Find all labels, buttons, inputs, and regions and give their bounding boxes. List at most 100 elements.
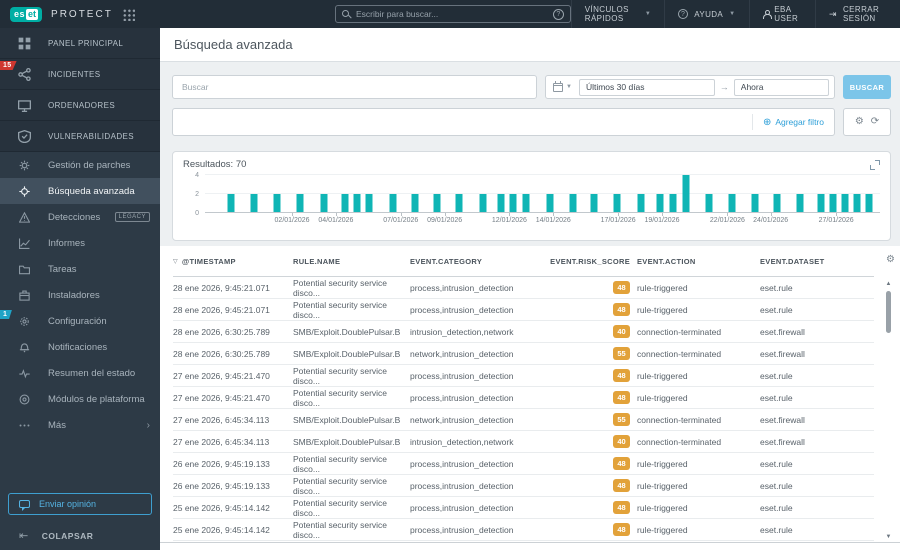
cell-rule: Potential security service disco... [293,365,388,386]
histogram-bar [613,193,621,212]
cell-dataset: eset.rule [760,480,793,491]
cell-category: process,intrusion_detection [410,524,514,535]
sidebar-item-vulnerabilidades[interactable]: VULNERABILIDADES [0,121,160,152]
search-button[interactable]: BUSCAR [843,75,891,99]
legacy-tag: LEGACY [114,212,150,222]
sidebar-item-tareas[interactable]: Tareas [0,256,160,282]
table-row[interactable]: 28 ene 2026, 9:45:21.071 Potential securi… [173,299,874,321]
sidebar-item-busqueda-avanzada[interactable]: Búsqueda avanzada [0,178,160,204]
sidebar-item-mas[interactable]: Más › [0,412,160,438]
user-menu[interactable]: EBA USER [748,0,816,28]
page-header: Búsqueda avanzada [160,28,900,62]
table-row[interactable]: 26 ene 2026, 9:45:19.133 Potential securi… [173,475,874,497]
cell-category: network,intrusion_detection [410,348,514,359]
column-header-dataset[interactable]: EVENT.DATASET [753,257,874,266]
table-row[interactable]: 27 ene 2026, 9:45:21.470 Potential securi… [173,365,874,387]
table-row[interactable]: 26 ene 2026, 9:45:19.133 Potential securi… [173,453,874,475]
help-menu[interactable]: ? AYUDA ▼ [664,0,748,28]
risk-score-badge: 48 [613,479,630,492]
query-input[interactable] [172,75,537,99]
logout-button[interactable]: ⇥ CERRAR SESIÓN [815,0,900,28]
search-icon [342,9,351,19]
sidebar-item-modulos-de-plataforma[interactable]: Módulos de plataforma [0,386,160,412]
search-help-icon[interactable]: ? [552,8,564,20]
column-header-rule[interactable]: RULE.NAME [293,257,410,266]
column-settings-gear-icon[interactable]: ⚙ [886,255,895,265]
eset-logo: es et [10,6,43,22]
scrollbar-thumb[interactable] [886,291,891,333]
column-header-timestamp[interactable]: ▽ @TIMESTAMP [173,257,293,266]
histogram-bar [590,193,598,212]
send-feedback-button[interactable]: Enviar opinión [8,493,152,515]
app-grid-icon[interactable] [121,7,135,21]
product-name: PROTECT [51,8,113,20]
table-row[interactable]: 27 ene 2026, 6:45:34.113 SMB/Exploit.Doub… [173,409,874,431]
cell-dataset: eset.firewall [760,326,805,337]
histogram-bar [389,193,397,212]
cell-category: network,intrusion_detection [410,414,514,425]
expand-chart-icon[interactable] [870,159,880,170]
table-row[interactable]: 27 ene 2026, 9:45:21.470 Potential securi… [173,387,874,409]
sidebar-item-label: Detecciones [48,211,101,223]
quick-links-menu[interactable]: VÍNCULOS RÁPIDOS ▼ [570,0,664,28]
cell-action: rule-triggered [637,282,688,293]
cell-dataset: eset.rule [760,304,793,315]
table-row[interactable]: 25 ene 2026, 9:45:14.142 Potential securi… [173,497,874,519]
cell-rule: SMB/Exploit.DoublePulsar.B [293,436,401,447]
sidebar-item-resumen-del-estado[interactable]: Resumen del estado [0,360,160,386]
histogram-bar [365,193,373,212]
histogram-bar [751,193,759,212]
cell-rule: Potential security service disco... [293,299,388,320]
x-tick-label: 12/01/2026 [491,217,527,224]
sidebar-item-configuracion[interactable]: 1 Configuración [0,308,160,334]
histogram-bar [273,193,281,212]
sidebar-item-informes[interactable]: Informes [0,230,160,256]
cell-rule: Potential security service disco... [293,277,388,298]
sidebar-item-label: Instaladores [48,289,100,301]
cell-timestamp: 25 ene 2026, 9:45:14.142 [173,524,270,535]
cell-category: process,intrusion_detection [410,458,514,469]
global-search-input[interactable] [356,9,548,19]
sidebar-item-panel-principal[interactable]: PANEL PRINCIPAL [0,28,160,59]
date-from-input[interactable] [578,78,715,96]
x-tick-label: 22/01/2026 [709,217,745,224]
cell-rule: SMB/Exploit.DoublePulsar.B [293,326,401,337]
sidebar-item-ordenadores[interactable]: ORDENADORES [0,90,160,121]
global-search[interactable]: ? [335,5,571,23]
sidebar-item-instaladores[interactable]: Instaladores [0,282,160,308]
status-icon [0,368,48,379]
table-row[interactable]: 28 ene 2026, 6:30:25.789 SMB/Exploit.Doub… [173,343,874,365]
add-filter-button[interactable]: ⊕ Agregar filtro [751,114,834,130]
calendar-picker-toggle[interactable]: ▼ [551,81,574,92]
cell-category: process,intrusion_detection [410,502,514,513]
scroll-down-icon[interactable]: ▼ [884,534,893,540]
y-axis: 0 2 4 [183,172,205,217]
vertical-scrollbar[interactable]: ▲ ▼ [884,281,893,540]
sidebar-item-notificaciones[interactable]: Notificaciones [0,334,160,360]
sidebar-item-gestion-de-parches[interactable]: Gestión de parches [0,152,160,178]
cell-dataset: eset.rule [760,392,793,403]
column-header-action[interactable]: EVENT.ACTION [630,257,753,266]
table-row[interactable]: 28 ene 2026, 9:45:21.071 Potential securi… [173,277,874,299]
sidebar-secondary-nav: Gestión de parches Búsqueda avanzada Detec… [0,152,160,438]
column-header-category[interactable]: EVENT.CATEGORY [410,257,553,266]
cell-risk: 48 [553,281,630,294]
gear-icon[interactable]: ⚙ [855,117,864,127]
cell-risk: 55 [553,413,630,426]
column-header-risk[interactable]: EVENT.RISK_SCORE [550,257,630,266]
date-to-input[interactable] [733,78,829,96]
collapse-button[interactable]: ⇤ COLAPSAR [8,529,152,542]
table-row[interactable]: 28 ene 2026, 6:30:25.789 SMB/Exploit.Doub… [173,321,874,343]
eset-protect-app: eset PROTECT ? VÍNCULOS RÁPIDOS▼ ? AYUDA… [0,0,900,550]
cell-rule: SMB/Exploit.DoublePulsar.B [293,348,401,359]
cell-timestamp: 27 ene 2026, 6:45:34.113 [173,414,270,425]
table-row[interactable]: 25 ene 2026, 9:45:14.142 Potential securi… [173,519,874,541]
table-row[interactable]: 27 ene 2026, 6:45:34.113 SMB/Exploit.Doub… [173,431,874,453]
cell-dataset: eset.rule [760,524,793,535]
sidebar-item-detecciones[interactable]: Detecciones LEGACY [0,204,160,230]
cell-risk: 48 [553,479,630,492]
scroll-up-icon[interactable]: ▲ [884,281,893,287]
refresh-icon[interactable]: ⟳ [871,117,879,127]
risk-score-badge: 48 [613,369,630,382]
sidebar-item-incidentes[interactable]: 15 INCIDENTES [0,59,160,90]
